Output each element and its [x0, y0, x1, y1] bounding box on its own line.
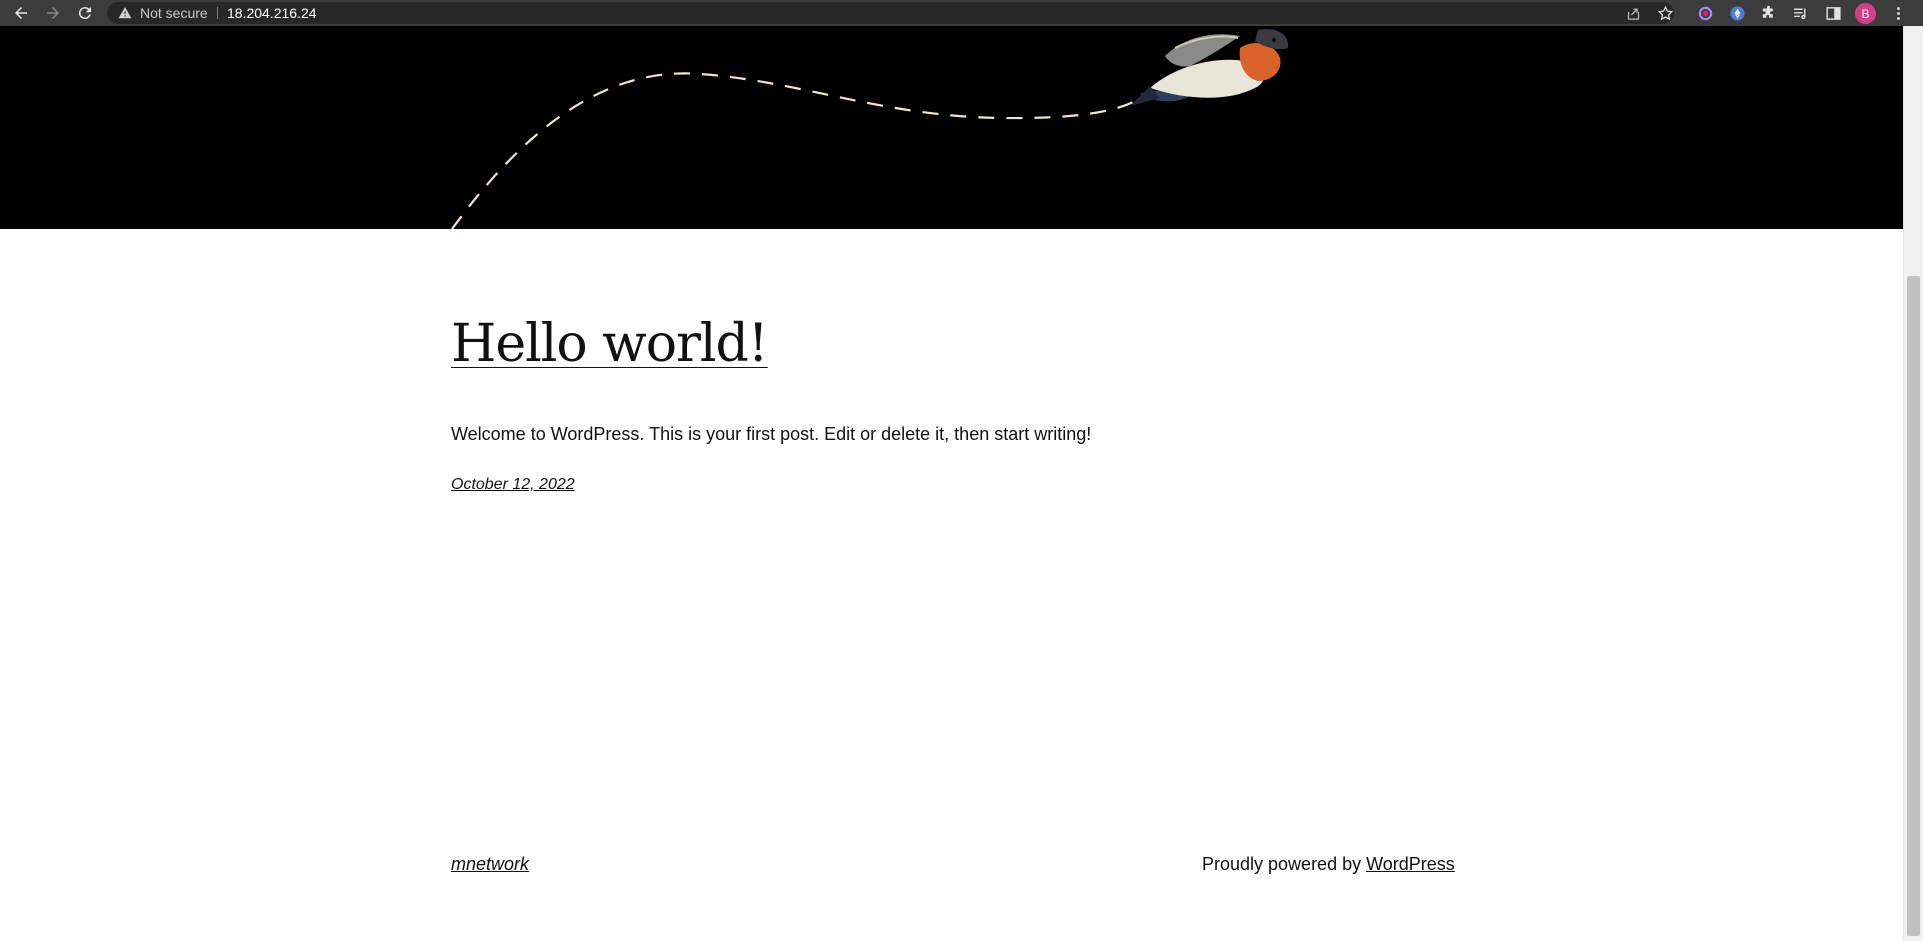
security-indicator[interactable]: Not secure [118, 2, 208, 24]
header-image [0, 26, 1903, 229]
bird-icon [1130, 28, 1289, 106]
security-label: Not secure [140, 5, 208, 21]
profile-avatar[interactable]: B [1855, 3, 1876, 24]
forward-icon[interactable] [42, 2, 64, 24]
extensions-puzzle-icon[interactable] [1758, 3, 1778, 23]
side-panel-icon[interactable] [1823, 3, 1843, 23]
footer-credit-prefix: Proudly powered by [1202, 854, 1367, 874]
browser-toolbar: Not secure 18.204.216.24 B [0, 0, 1923, 26]
back-icon[interactable] [10, 2, 32, 24]
post-excerpt: Welcome to WordPress. This is your first… [451, 424, 1092, 444]
extension-icon[interactable] [1727, 3, 1747, 23]
warning-icon [118, 7, 132, 19]
footer-credit: Proudly powered by WordPress [1202, 854, 1455, 875]
footer-site-title[interactable]: mnetwork [451, 854, 529, 875]
bird-illustration [451, 28, 1289, 229]
post-date-link[interactable]: October 12, 2022 [451, 476, 575, 494]
reading-list-icon[interactable] [1790, 3, 1810, 23]
share-icon[interactable] [1623, 3, 1643, 23]
omnibox-divider [217, 7, 218, 19]
reload-icon[interactable] [74, 2, 96, 24]
bookmark-star-icon[interactable] [1655, 3, 1675, 23]
scrollbar-thumb[interactable] [1907, 276, 1920, 936]
page-scrollbar[interactable] [1903, 26, 1923, 941]
address-bar[interactable]: Not secure 18.204.216.24 [107, 2, 1674, 24]
post-title: Hello world! [451, 314, 769, 374]
extension-icon[interactable] [1695, 3, 1715, 23]
wordpress-link[interactable]: WordPress [1366, 854, 1455, 874]
menu-icon[interactable] [1888, 3, 1908, 23]
page-viewport: Hello world! Welcome to WordPress. This … [0, 26, 1903, 941]
url-text[interactable]: 18.204.216.24 [227, 2, 317, 24]
post-title-link[interactable]: Hello world! [451, 314, 769, 374]
